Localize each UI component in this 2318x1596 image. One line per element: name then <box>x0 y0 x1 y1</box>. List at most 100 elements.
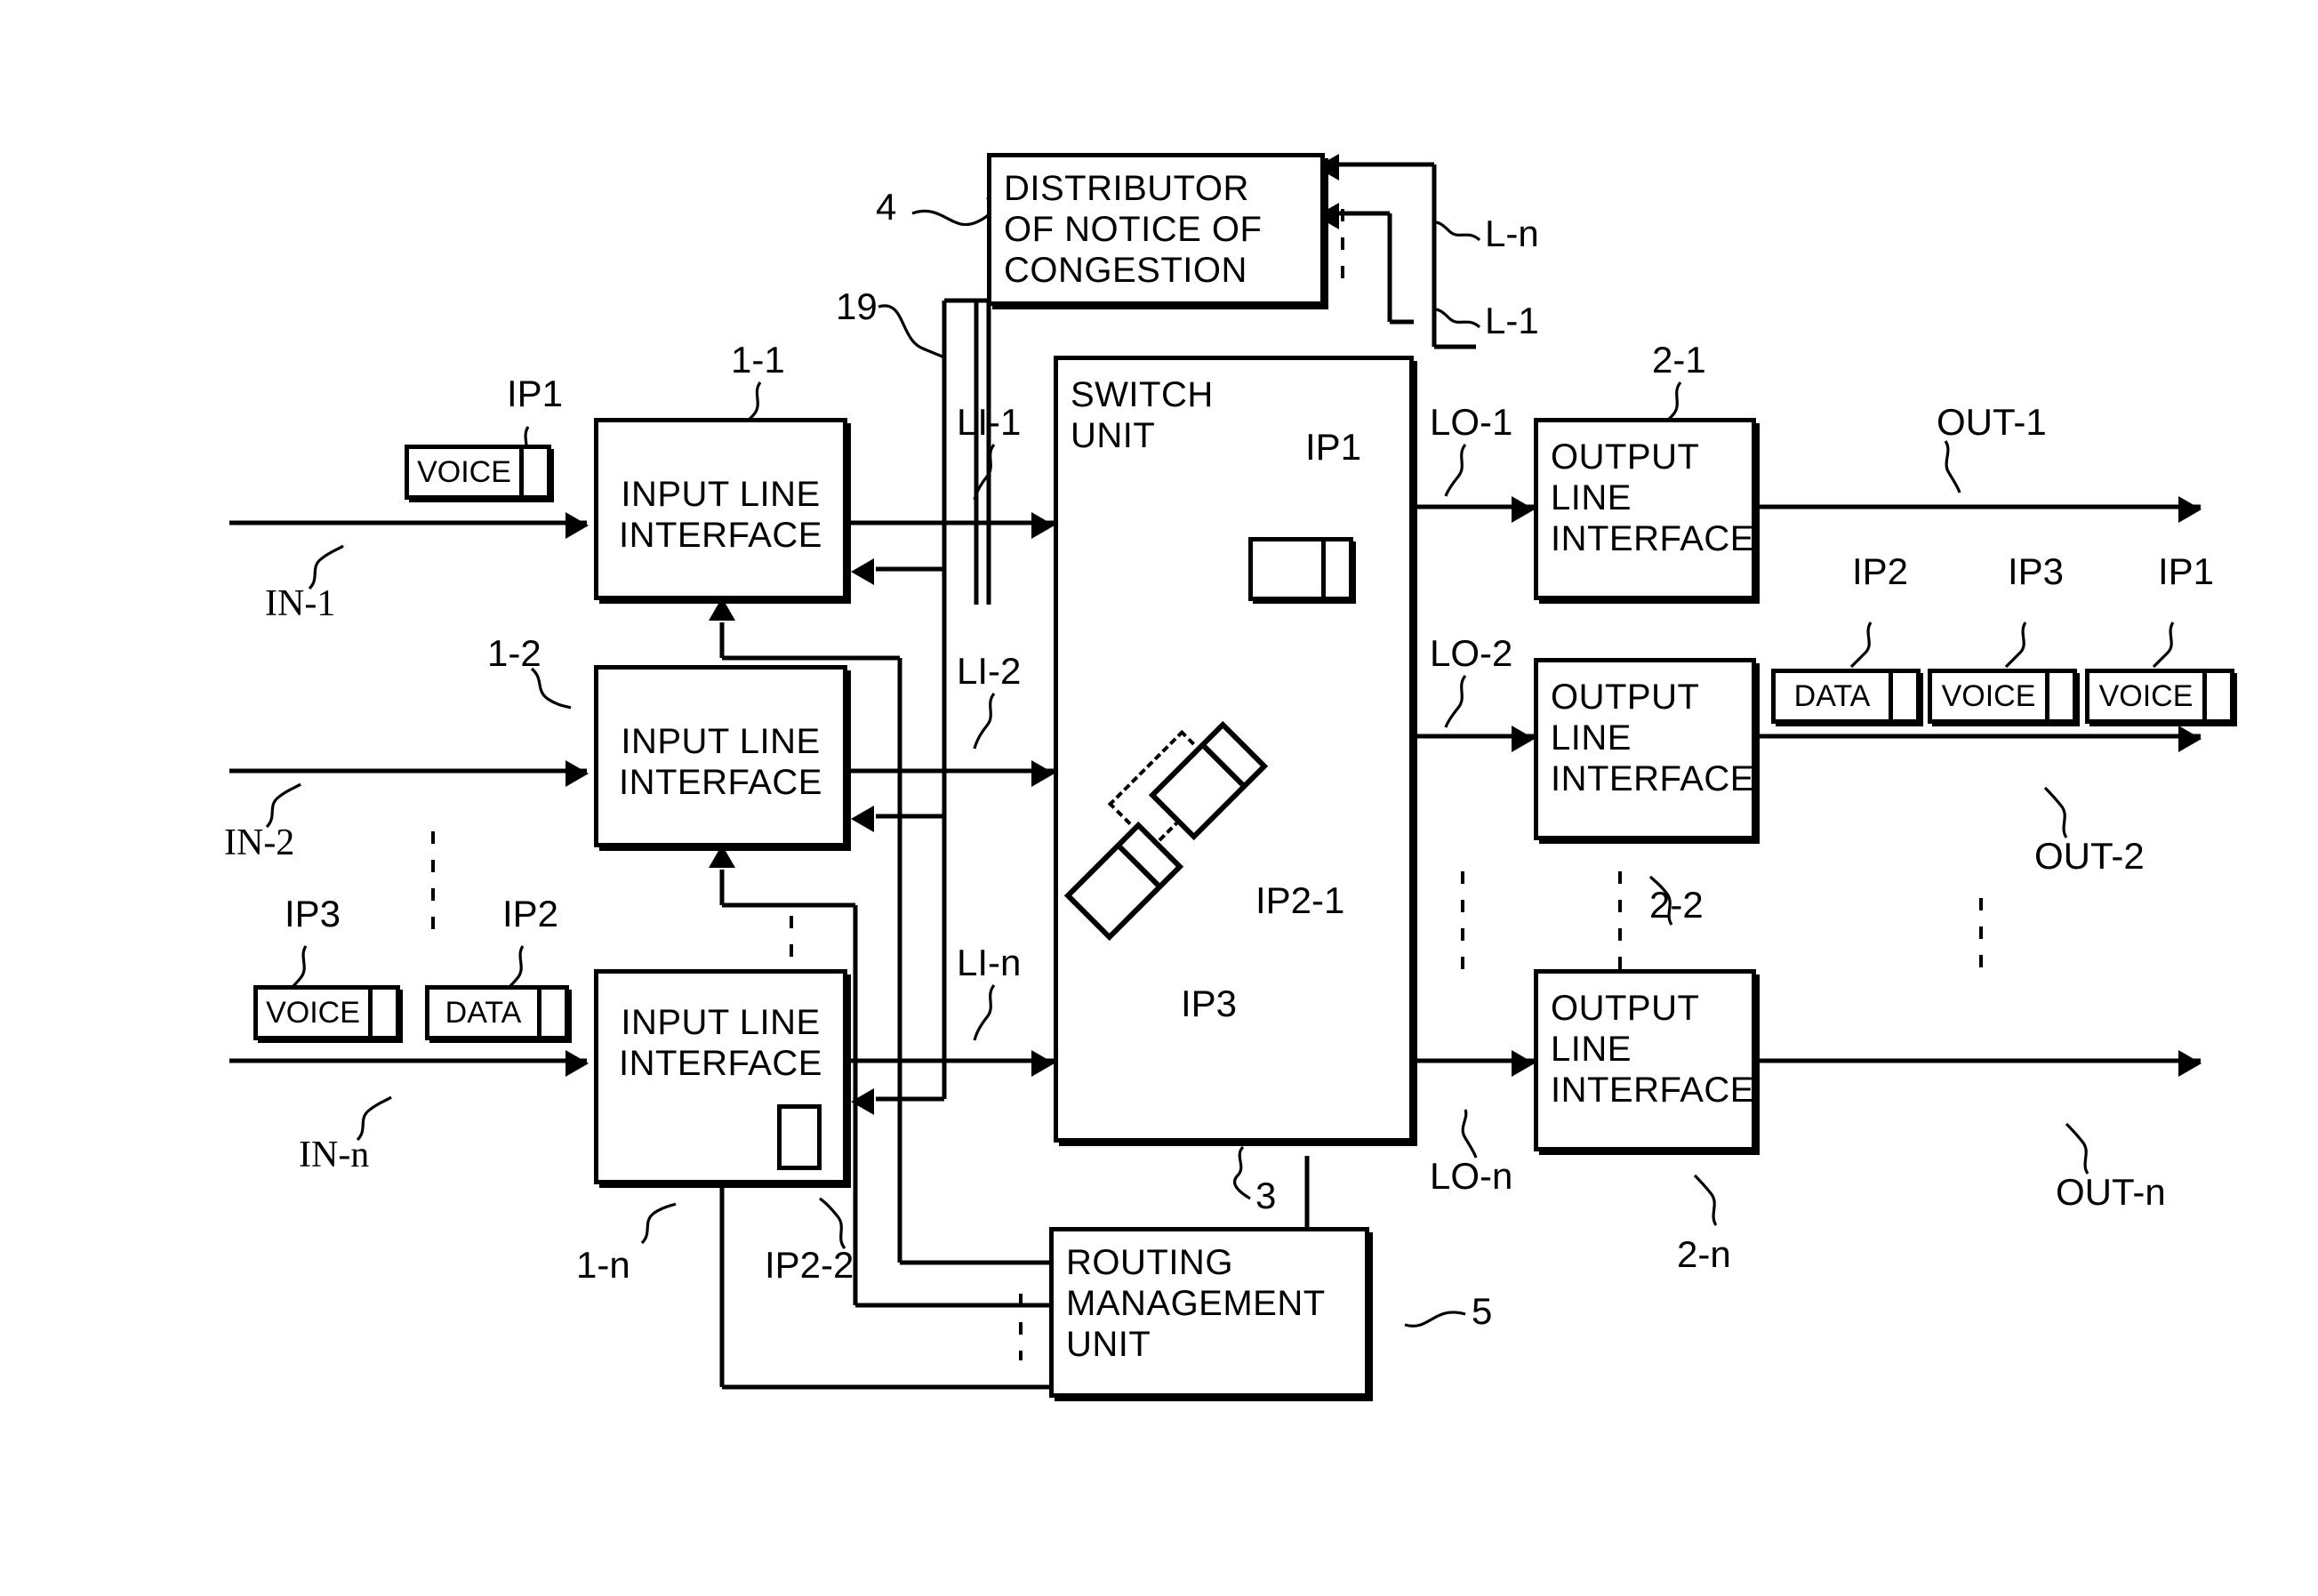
ili-1-2-line-2: INTERFACE <box>619 763 822 802</box>
oli-2-n-line-2: LINE <box>1551 1030 1632 1069</box>
label-ip2-2: IP2-2 <box>765 1244 854 1286</box>
ref-2-1: 2-1 <box>1652 339 1706 381</box>
block-output-line-interface-2-n[interactable]: OUTPUT LINE INTERFACE <box>1534 969 1756 1151</box>
packet-inn-data-payload: DATA <box>429 990 541 1036</box>
packet-switch-ip1-payload <box>1253 541 1326 597</box>
oli-2-2-line-3: INTERFACE <box>1551 759 1754 798</box>
label-ip3-switch: IP3 <box>1181 982 1238 1024</box>
ili-1-2-line-1: INPUT LINE <box>621 722 821 761</box>
label-lo-n: LO-n <box>1430 1155 1513 1197</box>
ref-3: 3 <box>1255 1175 1277 1216</box>
oli-2-1-line-1: OUTPUT <box>1551 437 1700 477</box>
label-out-2: OUT-2 <box>2034 835 2145 877</box>
packet-inn-data: DATA <box>425 985 569 1040</box>
arrow-congestion-to-ili-n <box>851 1088 874 1115</box>
packet-out2-data-header <box>1893 673 1916 719</box>
label-ip1-switch: IP1 <box>1305 426 1362 468</box>
label-ref-19: 19 <box>836 285 878 327</box>
arrow-lo-1 <box>1512 496 1535 523</box>
packet-out2-data: DATA <box>1771 669 1921 724</box>
arrow-lo-2 <box>1512 726 1535 752</box>
label-ip2-out2: IP2 <box>1852 550 1909 592</box>
block-input-line-interface-1-2[interactable]: INPUT LINE INTERFACE <box>594 665 847 847</box>
oli-2-n-line-3: INTERFACE <box>1551 1071 1754 1110</box>
packet-out2-voice-2-payload: VOICE <box>2089 673 2207 719</box>
arrow-rmu-to-ili-1 <box>709 597 735 621</box>
block-distributor-of-notice-of-congestion[interactable]: DISTRIBUTOR OF NOTICE OF CONGESTION <box>987 153 1325 306</box>
packet-inn-voice: VOICE <box>253 985 400 1040</box>
arrow-in2 <box>565 760 589 787</box>
label-li-2: LI-2 <box>957 650 1022 692</box>
label-ip2-in: IP2 <box>502 893 559 934</box>
label-ip1-out2: IP1 <box>2158 550 2215 592</box>
label-in-1: IN-1 <box>265 583 336 624</box>
oli-2-n-line-1: OUTPUT <box>1551 989 1700 1028</box>
label-ip2-1: IP2-1 <box>1255 879 1345 921</box>
arrow-li-1 <box>1031 512 1055 539</box>
arrow-inn <box>565 1050 589 1077</box>
arrow-congestion-to-ili-1 <box>851 558 874 585</box>
ref-4: 4 <box>876 186 897 228</box>
packet-switch-ip1 <box>1248 537 1353 601</box>
figure-canvas: DISTRIBUTOR OF NOTICE OF CONGESTION 4 SW… <box>0 0 2318 1596</box>
packet-inn-voice-header <box>373 990 396 1036</box>
label-lo-2: LO-2 <box>1430 632 1513 674</box>
distributor-line-3: CONGESTION <box>1004 251 1247 290</box>
distributor-line-1: DISTRIBUTOR <box>1004 169 1249 208</box>
block-input-line-interface-1-1[interactable]: INPUT LINE INTERFACE <box>594 418 847 600</box>
label-out-1: OUT-1 <box>1937 401 2047 443</box>
block-output-line-interface-2-2[interactable]: OUTPUT LINE INTERFACE <box>1534 658 1756 840</box>
packet-inn-data-header <box>541 990 565 1036</box>
ref-1-n: 1-n <box>576 1244 630 1286</box>
label-in-2: IN-2 <box>224 822 295 863</box>
rmu-line-3: UNIT <box>1066 1325 1151 1364</box>
label-lo-1: LO-1 <box>1430 401 1513 443</box>
label-li-1: LI-1 <box>957 401 1022 443</box>
ili-1-1-line-1: INPUT LINE <box>621 475 821 514</box>
arrow-li-2 <box>1031 760 1055 787</box>
arrow-lo-n <box>1512 1050 1535 1077</box>
label-ip3-out2: IP3 <box>2008 550 2065 592</box>
ili-1-1-line-2: INTERFACE <box>619 516 822 555</box>
packet-out2-voice-1: VOICE <box>1928 669 2077 724</box>
ref-1-2: 1-2 <box>487 632 541 674</box>
packet-out2-voice-1-header <box>2049 673 2073 719</box>
oli-2-2-line-1: OUTPUT <box>1551 678 1700 717</box>
oli-2-1-line-2: LINE <box>1551 478 1632 517</box>
label-l-n: L-n <box>1485 213 1539 254</box>
oli-2-2-line-2: LINE <box>1551 718 1632 758</box>
label-ip1-in1: IP1 <box>507 373 564 414</box>
rmu-line-1: ROUTING <box>1066 1243 1233 1282</box>
ref-2-2: 2-2 <box>1649 884 1704 926</box>
label-li-n: LI-n <box>957 942 1022 983</box>
switch-unit-line-1: SWITCH <box>1071 375 1214 414</box>
rmu-line-2: MANAGEMENT <box>1066 1284 1326 1323</box>
ili-1-n-line-1: INPUT LINE <box>621 1003 821 1042</box>
buffered-packet-ip2-2 <box>777 1104 822 1170</box>
ili-1-n-line-2: INTERFACE <box>619 1044 822 1083</box>
arrow-congestion-to-ili-2 <box>851 806 874 832</box>
label-ip3-in: IP3 <box>285 893 341 934</box>
ref-1-1: 1-1 <box>731 339 785 381</box>
packet-out2-voice-2: VOICE <box>2085 669 2234 724</box>
packet-inn-voice-payload: VOICE <box>258 990 373 1036</box>
arrow-li-n <box>1031 1050 1055 1077</box>
packet-in1-voice: VOICE <box>405 445 551 500</box>
label-l-1: L-1 <box>1485 300 1539 341</box>
ref-2-n: 2-n <box>1677 1233 1731 1275</box>
switch-unit-line-2: UNIT <box>1071 416 1156 455</box>
arrow-rmu-to-ili-2 <box>709 845 735 868</box>
block-output-line-interface-2-1[interactable]: OUTPUT LINE INTERFACE <box>1534 418 1756 600</box>
distributor-line-2: OF NOTICE OF <box>1004 210 1263 249</box>
arrow-out-n <box>2178 1050 2202 1077</box>
packet-switch-ip1-header <box>1326 541 1349 597</box>
arrow-out-1 <box>2178 496 2202 523</box>
ref-5: 5 <box>1472 1290 1493 1332</box>
label-in-n: IN-n <box>299 1135 370 1175</box>
oli-2-1-line-3: INTERFACE <box>1551 519 1754 558</box>
label-out-n: OUT-n <box>2056 1171 2166 1213</box>
arrow-in1 <box>565 512 589 539</box>
packet-out2-voice-1-payload: VOICE <box>1932 673 2049 719</box>
block-routing-management-unit[interactable]: ROUTING MANAGEMENT UNIT <box>1049 1227 1369 1398</box>
arrow-out-2 <box>2178 726 2202 752</box>
